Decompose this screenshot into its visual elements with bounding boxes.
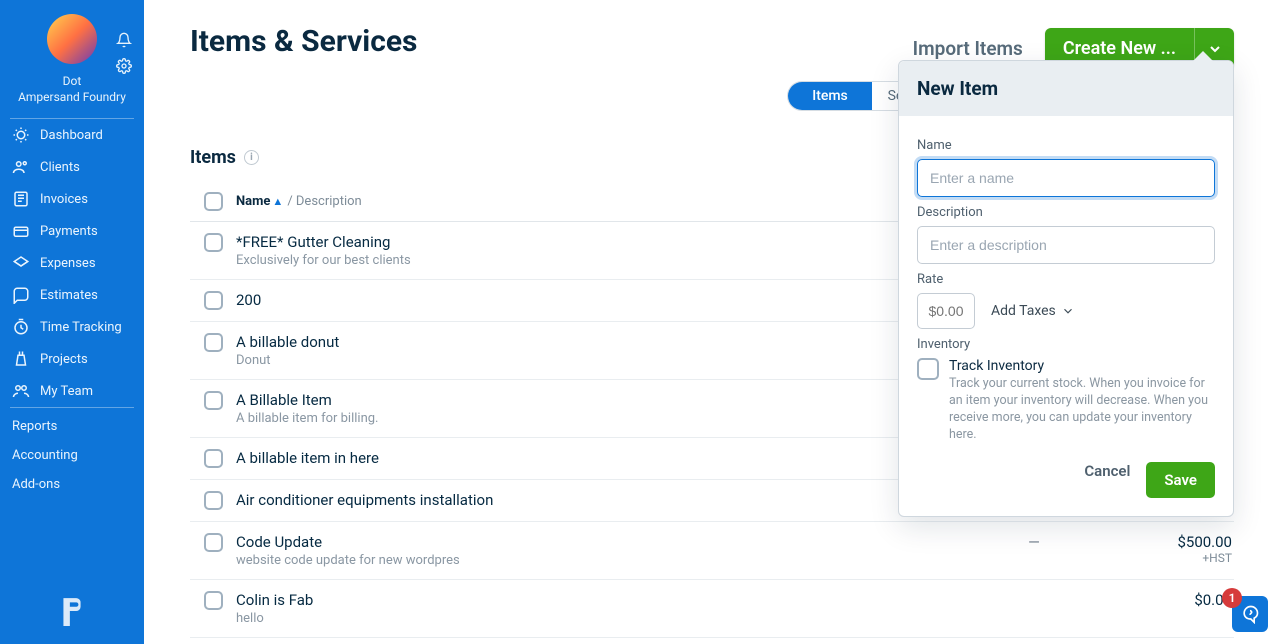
sidebar-item-label: Time Tracking [40,320,122,335]
help-button[interactable]: 1 [1232,596,1268,632]
section-title: Items [190,147,236,168]
rate-input[interactable] [917,293,975,329]
item-name: Colin is Fab [236,591,313,609]
item-description: A billable item for billing. [236,411,379,426]
sidebar-link-addons[interactable]: Add-ons [0,470,144,499]
sidebar: Dot Ampersand Foundry Dashboard Clients … [0,0,144,644]
avatar[interactable] [47,14,97,64]
app-logo-icon [59,596,85,630]
sidebar-link-accounting[interactable]: Accounting [0,441,144,470]
team-icon [12,382,30,400]
column-header-name[interactable]: Name▲ [236,194,283,209]
table-row[interactable]: Disposal—$45.00 [190,638,1234,644]
sidebar-item-dashboard[interactable]: Dashboard [0,119,144,151]
sidebar-item-label: Expenses [40,256,96,271]
item-description: Donut [236,353,339,368]
row-checkbox[interactable] [204,291,223,310]
new-item-popover: New Item Name Description Rate Add Taxes… [898,60,1234,517]
tab-items[interactable]: Items [788,82,872,110]
row-checkbox[interactable] [204,233,223,252]
item-price: $0.00 [1114,591,1234,609]
description-label: Description [917,205,1215,220]
item-price: $500.00+HST [1114,533,1234,565]
sidebar-item-myteam[interactable]: My Team [0,375,144,407]
item-name: A Billable Item [236,391,379,409]
table-row[interactable]: Colin is Fab hello $0.00 [190,580,1234,638]
item-name: Air conditioner equipments installation [236,491,493,509]
estimates-icon [12,286,30,304]
sidebar-item-label: Clients [40,160,80,175]
help-badge: 1 [1222,588,1242,608]
track-inventory-label: Track Inventory [949,358,1215,374]
rate-label: Rate [917,272,1215,287]
name-label: Name [917,138,1215,153]
track-inventory-checkbox[interactable] [917,358,939,380]
row-checkbox[interactable] [204,533,223,552]
item-description: hello [236,611,313,626]
column-header-description: / Description [287,194,361,209]
select-all-checkbox[interactable] [204,192,223,211]
track-inventory-description: Track your current stock. When you invoi… [949,376,1215,444]
company-name: Ampersand Foundry [18,90,126,104]
item-name: Code Update [236,533,460,551]
item-name: 200 [236,291,261,309]
row-checkbox[interactable] [204,491,223,510]
sidebar-item-label: Estimates [40,288,98,303]
sort-asc-icon: ▲ [272,195,283,208]
bell-icon[interactable] [116,32,132,52]
sidebar-item-expenses[interactable]: Expenses [0,247,144,279]
invoices-icon [12,190,30,208]
sidebar-item-label: My Team [40,384,93,399]
row-checkbox[interactable] [204,449,223,468]
time-icon [12,318,30,336]
sidebar-item-payments[interactable]: Payments [0,215,144,247]
row-checkbox[interactable] [204,391,223,410]
sidebar-item-projects[interactable]: Projects [0,343,144,375]
sidebar-item-label: Projects [40,352,88,367]
name-input[interactable] [917,159,1215,197]
item-stock: — [954,533,1114,551]
expenses-icon [12,254,30,272]
user-name: Dot [63,74,82,88]
save-button[interactable]: Save [1146,462,1215,498]
sidebar-item-label: Payments [40,224,98,239]
row-checkbox[interactable] [204,333,223,352]
item-name: *FREE* Gutter Cleaning [236,233,411,251]
table-row[interactable]: Code Update website code update for new w… [190,522,1234,580]
inventory-label: Inventory [917,337,1215,352]
description-input[interactable] [917,226,1215,264]
gear-icon[interactable] [116,58,132,78]
item-name: A billable donut [236,333,339,351]
clients-icon [12,158,30,176]
item-name: A billable item in here [236,449,379,467]
dashboard-icon [12,126,30,144]
sidebar-item-label: Invoices [40,192,88,207]
item-description: website code update for new wordpres [236,553,460,568]
item-tax: +HST [1114,551,1232,565]
sidebar-item-invoices[interactable]: Invoices [0,183,144,215]
payments-icon [12,222,30,240]
cancel-button[interactable]: Cancel [1084,462,1130,498]
chevron-down-icon [1061,304,1075,318]
help-icon [1240,604,1260,624]
sidebar-link-reports[interactable]: Reports [0,412,144,441]
projects-icon [12,350,30,368]
sidebar-item-estimates[interactable]: Estimates [0,279,144,311]
info-icon[interactable]: i [244,150,259,165]
page-title: Items & Services [190,24,417,59]
import-items-link[interactable]: Import Items [913,37,1023,60]
sidebar-item-clients[interactable]: Clients [0,151,144,183]
add-taxes-dropdown[interactable]: Add Taxes [991,303,1075,319]
popover-title: New Item [899,61,1233,116]
row-checkbox[interactable] [204,591,223,610]
item-description: Exclusively for our best clients [236,253,411,268]
sidebar-item-timetracking[interactable]: Time Tracking [0,311,144,343]
sidebar-item-label: Dashboard [40,128,103,143]
